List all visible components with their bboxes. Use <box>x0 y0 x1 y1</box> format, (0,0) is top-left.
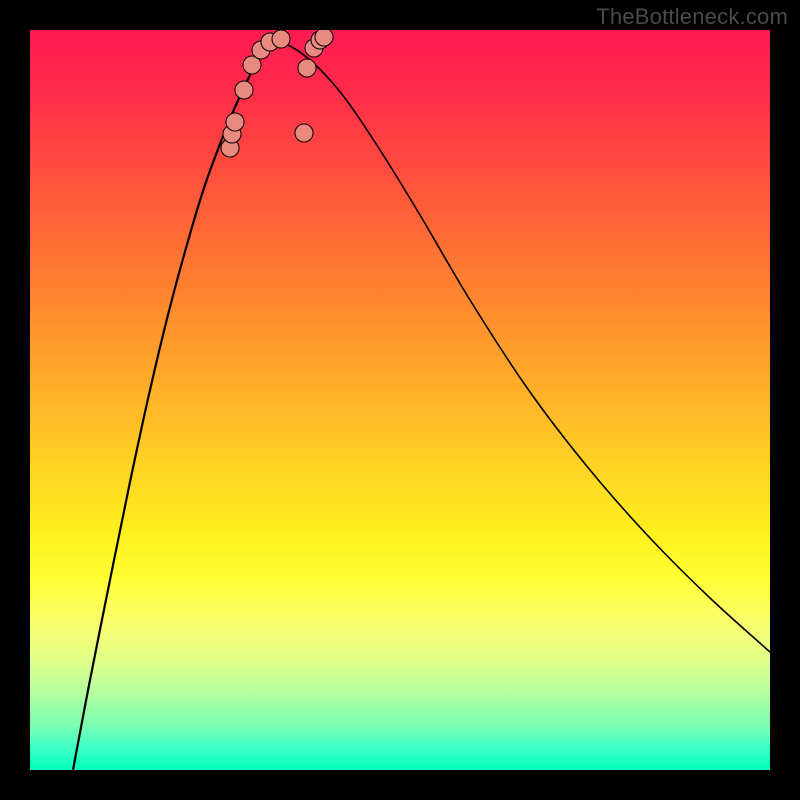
right-curve <box>270 40 770 652</box>
plot-area <box>30 30 770 770</box>
left-marker-cluster <box>221 30 290 157</box>
data-marker <box>295 124 313 142</box>
data-marker <box>315 30 333 46</box>
curve-layer <box>30 30 770 770</box>
watermark-text: TheBottleneck.com <box>596 4 788 30</box>
right-marker-cluster <box>295 30 333 142</box>
data-marker <box>235 81 253 99</box>
chart-frame: TheBottleneck.com <box>0 0 800 800</box>
data-marker <box>226 113 244 131</box>
data-marker <box>298 59 316 77</box>
data-marker <box>272 30 290 48</box>
left-curve <box>73 40 270 770</box>
